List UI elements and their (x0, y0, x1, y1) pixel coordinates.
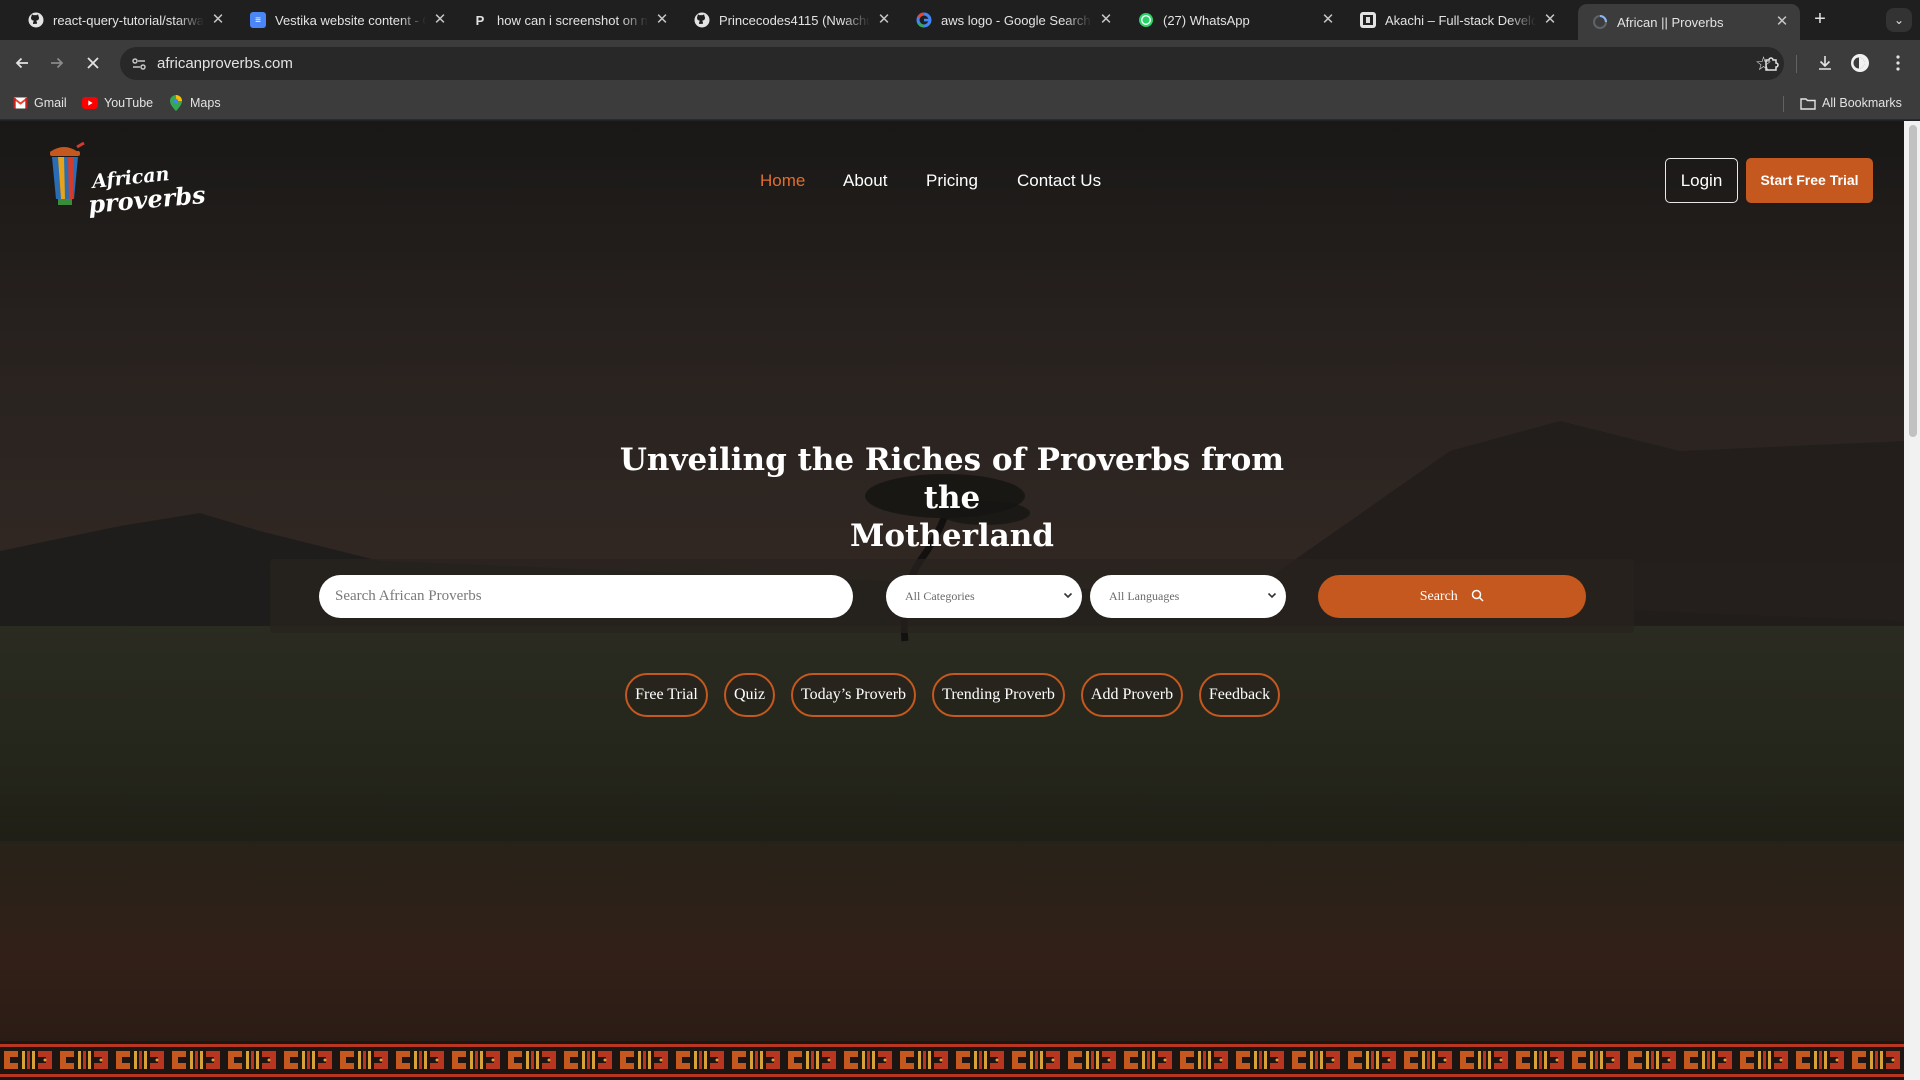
quick-link-free-trial[interactable]: Free Trial (625, 673, 708, 717)
page-viewport: African proverbs Home About Pricing Cont… (0, 121, 1920, 1080)
maps-pin-icon (168, 95, 184, 111)
bookmarks-divider (1783, 96, 1784, 112)
perplexity-icon: P (475, 12, 485, 28)
category-select[interactable]: All Categories (886, 575, 1082, 618)
site-info-icon[interactable] (130, 55, 148, 73)
login-button[interactable]: Login (1665, 158, 1738, 203)
search-button-label: Search (1419, 589, 1458, 604)
back-arrow-icon[interactable] (8, 49, 36, 77)
browser-tabstrip: react-query-tutorial/starwars ✕ ≡ Vestik… (0, 0, 1920, 40)
quick-link-add-proverb[interactable]: Add Proverb (1081, 673, 1183, 717)
google-docs-icon: ≡ (250, 12, 266, 28)
gmail-icon (12, 95, 28, 111)
tab-title: Vestika website content - Google Docs (275, 12, 426, 28)
tab-title: react-query-tutorial/starwars (53, 12, 204, 28)
tab-title: African || Proverbs (1617, 14, 1724, 30)
tab-close-icon[interactable]: ✕ (1320, 12, 1336, 28)
search-icon (1471, 577, 1484, 620)
whatsapp-icon (1138, 12, 1154, 28)
tab-close-icon[interactable]: ✕ (654, 12, 670, 28)
headline-line-2: Motherland (850, 518, 1054, 554)
chevron-down-icon (1063, 575, 1073, 618)
all-bookmarks-button[interactable]: All Bookmarks (1800, 94, 1902, 112)
bookmark-youtube[interactable]: YouTube (82, 94, 153, 112)
url-text: africanproverbs.com (157, 55, 293, 72)
address-bar[interactable]: africanproverbs.com ☆ (120, 47, 1784, 80)
tab-title: Akachi – Full-stack Developer (1385, 12, 1536, 28)
github-icon (28, 12, 44, 28)
browser-tab[interactable]: Princecodes4115 (Nwachukwu) ✕ (680, 6, 902, 34)
quick-link-quiz[interactable]: Quiz (724, 673, 775, 717)
category-select-value: All Categories (905, 589, 975, 603)
nav-contact-us[interactable]: Contact Us (1017, 171, 1101, 193)
more-menu-icon[interactable] (1884, 49, 1912, 77)
toolbar-divider (1796, 55, 1797, 73)
extensions-icon[interactable] (1758, 49, 1786, 77)
browser-tab[interactable]: Akachi – Full-stack Developer ✕ (1346, 6, 1568, 34)
profile-avatar-icon[interactable] (1846, 49, 1874, 77)
portfolio-icon (1360, 12, 1376, 28)
loading-icon (1592, 14, 1608, 30)
bookmark-label: All Bookmarks (1822, 96, 1902, 110)
chevron-down-icon (1267, 575, 1277, 618)
tab-search-icon[interactable]: ⌄ (1886, 8, 1912, 32)
bookmarks-bar: Gmail YouTube Maps All Bookmarks (0, 86, 1920, 120)
tab-close-icon[interactable]: ✕ (1098, 12, 1114, 28)
forward-arrow-icon[interactable] (43, 49, 71, 77)
hero-headline: Unveiling the Riches of Proverbs from th… (600, 441, 1304, 555)
tab-title: Princecodes4115 (Nwachukwu) (719, 12, 870, 28)
browser-toolbar: africanproverbs.com ☆ (0, 40, 1920, 86)
quick-link-todays-proverb[interactable]: Today’s Proverb (791, 673, 916, 717)
browser-tab[interactable]: (27) WhatsApp ✕ (1124, 6, 1346, 34)
bookmark-maps[interactable]: Maps (168, 94, 221, 112)
youtube-icon (82, 95, 98, 111)
site-logo[interactable]: African proverbs (44, 141, 207, 221)
github-icon (694, 12, 710, 28)
bookmark-label: Gmail (34, 96, 67, 110)
language-select[interactable]: All Languages (1090, 575, 1286, 618)
search-input[interactable] (319, 575, 853, 618)
nav-pricing[interactable]: Pricing (926, 171, 978, 193)
tab-close-icon[interactable]: ✕ (1774, 14, 1790, 30)
tab-close-icon[interactable]: ✕ (1542, 12, 1558, 28)
kente-pattern-icon (0, 1041, 1904, 1080)
google-icon (916, 12, 932, 28)
scrollbar-thumb[interactable] (1909, 125, 1917, 437)
quick-link-feedback[interactable]: Feedback (1199, 673, 1280, 717)
bookmark-gmail[interactable]: Gmail (12, 94, 67, 112)
nav-about[interactable]: About (843, 171, 887, 193)
quick-link-trending-proverb[interactable]: Trending Proverb (932, 673, 1065, 717)
browser-tab[interactable]: P how can i screenshot on mac ✕ (458, 6, 680, 34)
language-select-value: All Languages (1109, 589, 1180, 603)
browser-tab[interactable]: aws logo - Google Search ✕ (902, 6, 1124, 34)
bookmark-label: Maps (190, 96, 221, 110)
tab-title: aws logo - Google Search (941, 12, 1091, 28)
search-button[interactable]: Search (1318, 575, 1586, 618)
new-tab-button[interactable]: + (1808, 8, 1832, 32)
bookmark-label: YouTube (104, 96, 154, 110)
browser-tab[interactable]: react-query-tutorial/starwars ✕ (14, 6, 236, 34)
tab-close-icon[interactable]: ✕ (210, 12, 226, 28)
folder-icon (1800, 95, 1816, 111)
headline-line-1: Unveiling the Riches of Proverbs from th… (619, 442, 1285, 516)
stop-loading-icon[interactable] (79, 49, 107, 77)
african-pattern-border (0, 1041, 1904, 1080)
tab-title: (27) WhatsApp (1163, 12, 1250, 28)
download-icon[interactable] (1811, 49, 1839, 77)
tab-close-icon[interactable]: ✕ (876, 12, 892, 28)
start-free-trial-button[interactable]: Start Free Trial (1746, 158, 1873, 203)
nav-home[interactable]: Home (760, 171, 805, 193)
tab-title: how can i screenshot on mac (497, 12, 648, 28)
browser-tab-active[interactable]: African || Proverbs ✕ (1578, 4, 1800, 40)
tab-close-icon[interactable]: ✕ (432, 12, 448, 28)
hero-section: African proverbs Home About Pricing Cont… (0, 121, 1904, 1080)
browser-tab[interactable]: ≡ Vestika website content - Google Docs … (236, 6, 458, 34)
